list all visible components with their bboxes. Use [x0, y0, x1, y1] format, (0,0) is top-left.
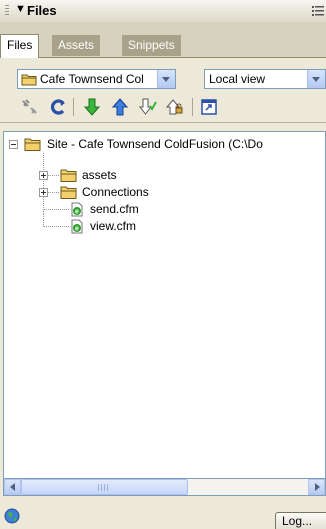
options-list-icon[interactable]: [312, 5, 326, 17]
gripper-icon[interactable]: [5, 5, 9, 17]
check-in-icon[interactable]: [165, 97, 185, 117]
tree-item-label: Connections: [82, 185, 149, 199]
tree-root-label: Site - Cafe Townsend ColdFusion (C:\Do: [47, 137, 263, 151]
expand-toggle-icon[interactable]: [39, 188, 48, 197]
chevron-down-icon[interactable]: [157, 70, 175, 88]
collapse-toggle-icon[interactable]: [9, 140, 18, 149]
connect-icon[interactable]: [20, 97, 40, 117]
horizontal-scrollbar[interactable]: [3, 479, 326, 496]
check-out-icon[interactable]: [138, 97, 158, 117]
collapse-arrow-icon[interactable]: ▼: [15, 3, 26, 15]
site-select-value: Cafe Townsend Col: [40, 72, 144, 86]
file-tree[interactable]: Site - Cafe Townsend ColdFusion (C:\Do a…: [3, 131, 326, 479]
tree-item-label: send.cfm: [90, 202, 139, 216]
tree-item-label: view.cfm: [90, 219, 137, 233]
chevron-down-icon[interactable]: [307, 70, 325, 88]
view-select[interactable]: Local view: [204, 69, 326, 89]
folder-icon: [60, 186, 77, 199]
tab-snippets[interactable]: Snippets: [122, 35, 181, 56]
status-bar: Log...: [0, 496, 326, 529]
files-panel: ▼ Files Files Assets Snippets Cafe Towns…: [0, 0, 326, 529]
get-files-icon[interactable]: [82, 97, 102, 117]
site-select[interactable]: Cafe Townsend Col: [17, 69, 176, 89]
scroll-left-icon[interactable]: [4, 479, 21, 495]
tree-item-send-cfm[interactable]: e send.cfm: [4, 201, 324, 218]
svg-text:e: e: [75, 209, 79, 216]
put-files-icon[interactable]: [110, 97, 130, 117]
expand-panel-icon[interactable]: [199, 97, 219, 117]
scrollbar-thumb[interactable]: [21, 479, 188, 495]
site-view-selectors: Cafe Townsend Col Local view: [0, 58, 326, 92]
toolbar-separator: [73, 98, 74, 116]
cfm-file-icon: e: [71, 202, 83, 217]
tab-files[interactable]: Files: [0, 34, 40, 58]
tree-item-connections[interactable]: Connections: [4, 184, 324, 201]
scroll-right-icon[interactable]: [308, 479, 325, 495]
view-select-value: Local view: [209, 72, 266, 86]
panel-title-bar[interactable]: ▼ Files: [0, 0, 326, 23]
folder-open-icon: [24, 138, 41, 151]
panel-tabs: Files Assets Snippets: [0, 22, 326, 58]
folder-icon: [60, 169, 77, 182]
tree-item-assets[interactable]: assets: [4, 167, 324, 184]
tree-item-label: assets: [82, 168, 117, 182]
panel-title: Files: [27, 3, 57, 18]
log-button[interactable]: Log...: [275, 512, 326, 529]
tree-item-view-cfm[interactable]: e view.cfm: [4, 218, 324, 235]
tree-root-site[interactable]: Site - Cafe Townsend ColdFusion (C:\Do: [4, 136, 324, 153]
toolbar-separator: [192, 98, 193, 116]
files-toolbar: [0, 92, 326, 123]
cfm-file-icon: e: [71, 219, 83, 234]
folder-icon: [21, 74, 37, 86]
tab-assets[interactable]: Assets: [52, 35, 101, 56]
globe-icon[interactable]: [4, 508, 20, 524]
expand-toggle-icon[interactable]: [39, 171, 48, 180]
svg-text:e: e: [75, 226, 79, 233]
refresh-icon[interactable]: [48, 97, 68, 117]
